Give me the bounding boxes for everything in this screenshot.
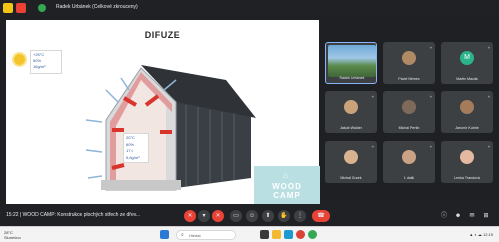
search-placeholder: Hledat [189, 233, 201, 238]
chat-icon[interactable]: ✉ [466, 210, 478, 222]
participant-tile[interactable]: Radek Urbánek [325, 42, 377, 84]
participant-name: Pavel Němec [398, 77, 420, 81]
outside-climate-legend: +25°C 50% 16g/m³ [30, 50, 62, 74]
presentation-stage: DIFUZE +25°C 50% 16g/m³ 20°C 60% 17 t 5,… [6, 20, 320, 204]
activities-icon[interactable]: ⊞ [480, 210, 492, 222]
task-view-icon[interactable] [260, 230, 269, 239]
camera-off-button[interactable]: ✕ [212, 210, 224, 222]
participant-tile[interactable]: ⌖ Michal Gurek [325, 141, 377, 183]
pin-icon[interactable]: ⌖ [488, 144, 490, 149]
pin-icon[interactable]: ⌖ [372, 94, 374, 99]
house-diffusion-diagram [85, 65, 256, 191]
participant-name: Michal Gurek [340, 176, 362, 180]
participant-name: Jaromír Kubrle [455, 126, 479, 130]
participant-name: Martin Mazák [456, 77, 478, 81]
participants-grid: Radek Urbánek ⌖ Pavel Němec ⌖ M Martin M… [322, 20, 499, 204]
avatar [460, 100, 474, 114]
more-options-button[interactable]: ⋮ [294, 210, 306, 222]
app-icon[interactable] [308, 230, 317, 239]
participant-name: Michal Pertin [398, 126, 420, 130]
air-arrow-6 [87, 175, 103, 179]
outside-vapor: 16g/m³ [33, 64, 46, 69]
microphone-off-button[interactable]: ✕ [184, 210, 196, 222]
raise-hand-button[interactable]: ✋ [278, 210, 290, 222]
participant-tile[interactable]: ⌖ Michal Pertin [383, 91, 435, 133]
pin-icon[interactable]: ⌖ [488, 45, 490, 50]
participant-tile[interactable]: ⌖ Jaromír Kubrle [441, 91, 493, 133]
wood-camp-logo: ⌂ WOOD CAMP [254, 166, 320, 204]
air-arrow-3 [85, 119, 103, 123]
leave-call-button[interactable]: ☎ [312, 210, 330, 222]
brand-line-2: CAMP [273, 191, 301, 200]
air-arrow-1 [105, 89, 119, 103]
record-icon[interactable] [16, 3, 26, 13]
inside-climate-legend: 20°C 60% 17 t 5,6g/m³ [123, 133, 149, 163]
chrome-icon[interactable] [296, 230, 305, 239]
presenter-title: Radek Urbánek (Celkové zkrouceny) [56, 4, 138, 10]
participant-tile[interactable]: ⌖ Jakub Walder [325, 91, 377, 133]
participant-tile[interactable]: ⌖ M Martin Mazák [441, 42, 493, 84]
participant-name: Jakub Walder [340, 126, 362, 130]
top-bar: Radek Urbánek (Celkové zkrouceny) [0, 0, 499, 16]
participant-video [328, 45, 376, 77]
house-logo-icon: ⌂ [283, 171, 288, 180]
file-explorer-icon[interactable] [272, 230, 281, 239]
participant-tile[interactable]: ⌖ Pavel Němec [383, 42, 435, 84]
participant-name: 1 další [403, 176, 415, 180]
pin-icon[interactable]: ⌖ [430, 45, 432, 50]
people-icon[interactable]: ☻ [452, 210, 464, 222]
weather-widget[interactable]: 28°C Slunečno [4, 230, 21, 240]
weather-desc: Slunečno [4, 235, 21, 240]
floor-slab [101, 180, 181, 190]
presenter-status-icon [38, 4, 46, 12]
search-icon: ⌕ [181, 232, 184, 238]
app-logo-icon [3, 3, 13, 13]
meeting-controls-bar: 15:22 | WOOD CAMP: Konstrukce plochých s… [0, 206, 499, 226]
more-audio-button[interactable]: ▾ [198, 210, 210, 222]
pin-icon[interactable]: ⌖ [372, 144, 374, 149]
start-icon[interactable] [160, 230, 169, 239]
edge-icon[interactable] [284, 230, 293, 239]
captions-button[interactable]: ▭ [230, 210, 242, 222]
participant-tile[interactable]: ⌖ 1 další [383, 141, 435, 183]
pin-icon[interactable]: ⌖ [430, 144, 432, 149]
pin-icon[interactable]: ⌖ [430, 94, 432, 99]
emoji-button[interactable]: ☺ [246, 210, 258, 222]
avatar [402, 51, 416, 65]
meeting-title: 15:22 | WOOD CAMP: Konstrukce plochých s… [6, 212, 141, 218]
pin-icon[interactable]: ⌖ [488, 94, 490, 99]
avatar [344, 150, 358, 164]
slide-title: DIFUZE [144, 30, 181, 40]
participant-tile[interactable]: ⌖ Lenka Trandová [441, 141, 493, 183]
info-icon[interactable]: ⓘ [438, 210, 450, 222]
os-taskbar: 28°C Slunečno ⌕ Hledat ▲ ◐ ☁ 12:15 [0, 226, 499, 242]
avatar: M [460, 51, 474, 65]
taskbar-search[interactable]: ⌕ Hledat [176, 230, 236, 240]
air-arrow-2 [120, 77, 130, 91]
present-button[interactable]: ⬆ [262, 210, 274, 222]
avatar [402, 100, 416, 114]
avatar [460, 150, 474, 164]
inside-vapor: 5,6g/m³ [126, 154, 140, 160]
air-arrow-4 [85, 149, 103, 153]
participant-name: Radek Urbánek [339, 76, 365, 80]
participant-name: Lenka Trandová [454, 176, 480, 180]
avatar [402, 150, 416, 164]
brand-line-1: WOOD [272, 182, 302, 191]
avatar [344, 100, 358, 114]
meet-window: Radek Urbánek (Celkové zkrouceny) DIFUZE… [0, 0, 499, 242]
sun-icon [14, 54, 25, 65]
system-tray[interactable]: ▲ ◐ ☁ 12:15 [469, 232, 493, 237]
